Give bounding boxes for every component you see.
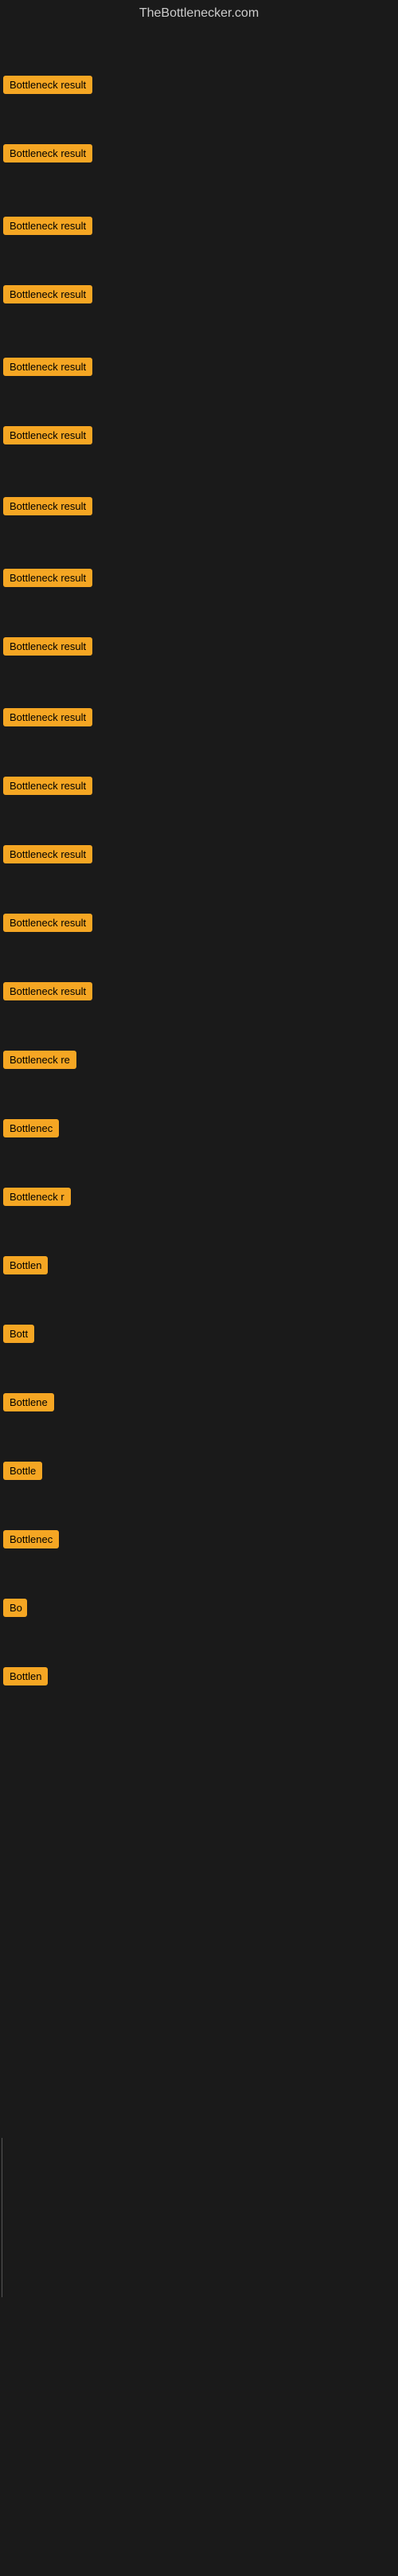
bottleneck-badge-21[interactable]: Bottle <box>3 1462 42 1480</box>
result-row-10: Bottleneck result <box>0 705 398 734</box>
bottleneck-badge-2[interactable]: Bottleneck result <box>3 144 92 162</box>
bottleneck-badge-11[interactable]: Bottleneck result <box>3 777 92 795</box>
result-row-14: Bottleneck result <box>0 979 398 1008</box>
bottleneck-badge-22[interactable]: Bottlenec <box>3 1530 59 1548</box>
result-row-22: Bottlenec <box>0 1527 398 1556</box>
result-row-3: Bottleneck result <box>0 213 398 242</box>
bottleneck-badge-3[interactable]: Bottleneck result <box>3 217 92 235</box>
result-row-5: Bottleneck result <box>0 354 398 383</box>
bottleneck-badge-14[interactable]: Bottleneck result <box>3 982 92 1000</box>
bottleneck-badge-13[interactable]: Bottleneck result <box>3 914 92 932</box>
bottleneck-badge-24[interactable]: Bottlen <box>3 1667 48 1685</box>
bottleneck-badge-4[interactable]: Bottleneck result <box>3 285 92 303</box>
result-row-2: Bottleneck result <box>0 141 398 170</box>
bottleneck-badge-23[interactable]: Bo <box>3 1599 27 1617</box>
result-row-18: Bottlen <box>0 1253 398 1282</box>
result-row-12: Bottleneck result <box>0 842 398 871</box>
result-row-13: Bottleneck result <box>0 910 398 939</box>
result-row-7: Bottleneck result <box>0 494 398 523</box>
result-row-19: Bott <box>0 1321 398 1350</box>
bottleneck-badge-12[interactable]: Bottleneck result <box>3 845 92 863</box>
result-row-8: Bottleneck result <box>0 566 398 594</box>
bottleneck-badge-15[interactable]: Bottleneck re <box>3 1051 76 1069</box>
bottleneck-badge-9[interactable]: Bottleneck result <box>3 637 92 656</box>
result-row-16: Bottlenec <box>0 1116 398 1145</box>
site-title: TheBottlenecker.com <box>0 0 398 27</box>
result-row-20: Bottlene <box>0 1390 398 1419</box>
bottleneck-badge-1[interactable]: Bottleneck result <box>3 76 92 94</box>
bottleneck-badge-17[interactable]: Bottleneck r <box>3 1188 71 1206</box>
result-row-1: Bottleneck result <box>0 72 398 101</box>
bottleneck-badge-10[interactable]: Bottleneck result <box>3 708 92 726</box>
result-row-21: Bottle <box>0 1458 398 1487</box>
result-row-6: Bottleneck result <box>0 423 398 452</box>
bottleneck-badge-18[interactable]: Bottlen <box>3 1256 48 1274</box>
result-row-23: Bo <box>0 1595 398 1624</box>
result-row-11: Bottleneck result <box>0 773 398 802</box>
bottleneck-badge-8[interactable]: Bottleneck result <box>3 569 92 587</box>
bottleneck-badge-5[interactable]: Bottleneck result <box>3 358 92 376</box>
bottleneck-badge-6[interactable]: Bottleneck result <box>3 426 92 444</box>
result-row-24: Bottlen <box>0 1664 398 1693</box>
bottleneck-badge-20[interactable]: Bottlene <box>3 1393 54 1411</box>
result-row-9: Bottleneck result <box>0 634 398 663</box>
result-row-17: Bottleneck r <box>0 1184 398 1213</box>
bottleneck-badge-7[interactable]: Bottleneck result <box>3 497 92 515</box>
results-container: Bottleneck result Bottleneck result Bottle… <box>0 27 398 2576</box>
result-row-4: Bottleneck result <box>0 282 398 311</box>
result-row-15: Bottleneck re <box>0 1047 398 1076</box>
bottleneck-badge-19[interactable]: Bott <box>3 1325 34 1343</box>
bottleneck-badge-16[interactable]: Bottlenec <box>3 1119 59 1137</box>
